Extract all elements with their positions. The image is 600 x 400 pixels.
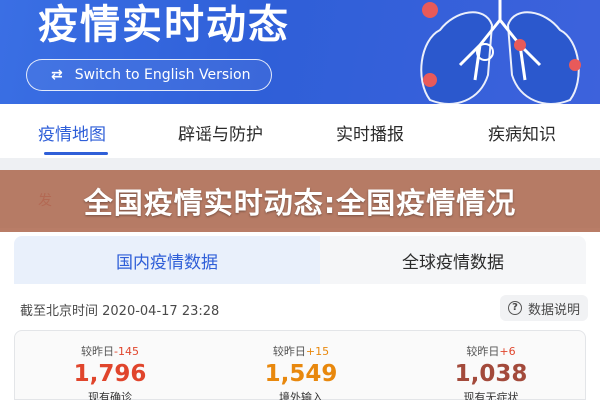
caption-overlay: 全国疫情实时动态:全国疫情情况 [0,170,600,232]
tab-rumors-protection[interactable]: 辟谣与防护 [178,120,263,145]
nav-tabbar: 疫情地图 辟谣与防护 实时播报 疾病知识 [0,104,600,158]
stat-current-confirmed: 较昨日-145 1,796 现有确诊 [15,331,205,400]
page-title: 疫情实时动态 [38,2,290,48]
active-tab-indicator [44,152,108,155]
header-banner: 疫情实时动态 ⇄ Switch to English Version [0,0,600,104]
stat-asymptomatic: 较昨日+6 1,038 现有无症状 [396,331,586,400]
stat-label: 现有确诊 [88,391,132,400]
stat-delta-label: 较昨日 [81,345,115,358]
stat-label: 境外输入 [279,391,323,400]
stat-delta-value: -145 [114,345,139,358]
stat-delta-label: 较昨日 [272,345,306,358]
question-icon: ? [507,301,522,315]
tab-live-broadcast[interactable]: 实时播报 [336,120,404,145]
stats-card: 较昨日-145 1,796 现有确诊 较昨日+15 1,549 境外输入 较昨日… [14,330,586,400]
stat-delta-label: 较昨日 [466,345,500,358]
tab-disease-knowledge[interactable]: 疾病知识 [488,120,556,145]
swap-arrows-icon: ⇄ [51,67,63,83]
switch-language-label: Switch to English Version [74,67,251,83]
switch-language-button[interactable]: ⇄ Switch to English Version [26,59,272,91]
data-timestamp: 截至北京时间 2020-04-17 23:28 [20,304,220,319]
stat-delta-value: +6 [499,345,516,358]
stat-label: 现有无症状 [463,391,519,400]
lungs-virus-illustration [420,0,581,104]
stat-delta-value: +15 [305,345,330,358]
stat-value: 1,038 [454,361,528,387]
tab-global-data[interactable]: 全球疫情数据 [320,236,586,284]
stat-delta: 较昨日+6 [396,343,586,359]
tab-domestic-data[interactable]: 国内疫情数据 [14,236,320,284]
stat-delta: 较昨日-145 [15,343,205,359]
stat-delta: 较昨日+15 [206,343,396,359]
stat-imported: 较昨日+15 1,549 境外输入 [206,331,396,400]
stat-value: 1,549 [264,361,338,387]
data-notes-button[interactable]: ? 数据说明 [500,295,588,321]
stat-value: 1,796 [73,361,147,387]
caption-text: 全国疫情实时动态:全国疫情情况 [83,186,517,220]
tab-epidemic-map[interactable]: 疫情地图 [38,120,106,145]
data-notes-label: 数据说明 [527,302,580,318]
